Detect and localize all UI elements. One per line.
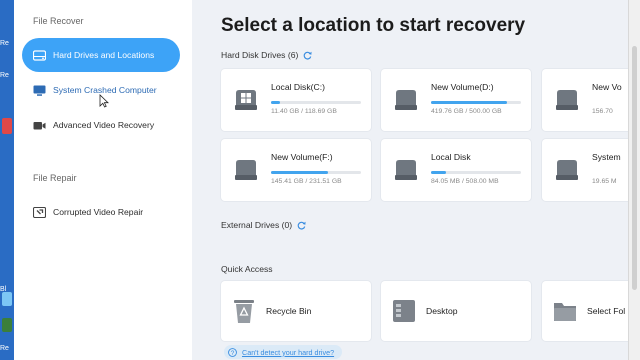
sidebar-item-hard-drives[interactable]: Hard Drives and Locations — [22, 38, 180, 72]
scrollbar-thumb[interactable] — [632, 46, 637, 290]
quick-access-label: Quick Access — [221, 264, 273, 274]
sidebar-item-label: Corrupted Video Repair — [53, 207, 144, 217]
desktop-icon — [393, 300, 415, 322]
external-drives-label: External Drives (0) — [221, 220, 293, 230]
vertical-scrollbar[interactable] — [628, 0, 640, 360]
drive-card[interactable]: Local Disk 84.05 MB / 508.00 MB — [381, 139, 531, 201]
hard-drive-icon — [33, 49, 46, 61]
hard-drive-icon — [556, 90, 578, 110]
refresh-icon[interactable] — [297, 221, 306, 230]
drive-name: New Volume(F:) — [271, 152, 333, 162]
drive-usage-fill — [271, 101, 280, 104]
quick-access-select-folder[interactable]: Select Fol — [542, 281, 628, 341]
sidebar-item-label: Hard Drives and Locations — [53, 50, 155, 60]
desktop-icon-label: Re — [0, 72, 9, 79]
main-panel: Select a location to start recovery Hard… — [192, 0, 628, 360]
sidebar: File Recover Hard Drives and Locations S… — [14, 0, 192, 360]
cant-detect-drive-link[interactable]: ? Can't detect your hard drive? — [224, 345, 343, 359]
recycle-bin-icon — [234, 300, 254, 323]
drive-size: 145.41 GB / 231.51 GB — [271, 178, 342, 185]
refresh-icon[interactable] — [303, 51, 312, 60]
drive-card[interactable]: New Volume(F:) 145.41 GB / 231.51 GB — [221, 139, 371, 201]
drive-name: New Volume(D:) — [431, 82, 494, 92]
desktop-app-icon[interactable] — [2, 318, 12, 332]
desktop-app-icon[interactable] — [2, 118, 12, 134]
drive-name: Local Disk(C:) — [271, 82, 325, 92]
monitor-icon — [33, 85, 46, 96]
quick-access-label: Select Fol — [587, 306, 626, 316]
drive-size: 156.70 — [592, 108, 613, 115]
hard-drive-icon — [395, 90, 417, 110]
hard-drive-icon — [235, 160, 257, 180]
sidebar-item-label: Advanced Video Recovery — [53, 120, 155, 130]
help-link-label: Can't detect your hard drive? — [242, 347, 335, 357]
hard-disk-drives-label: Hard Disk Drives (6) — [221, 50, 299, 60]
drive-usage-bar — [431, 101, 521, 104]
mouse-cursor-icon — [99, 94, 109, 108]
quick-access-desktop[interactable]: Desktop — [381, 281, 531, 341]
page-title: Select a location to start recovery — [221, 15, 526, 36]
drive-size: 84.05 MB / 508.00 MB — [431, 178, 499, 185]
desktop-icon-label: Re — [0, 40, 9, 47]
drive-card[interactable]: Local Disk(C:) 11.40 GB / 118.69 GB — [221, 69, 371, 131]
desktop-strip: Re Re Bl Re — [0, 0, 14, 360]
external-drives-header: External Drives (0) — [221, 220, 306, 230]
quick-access-recycle-bin[interactable]: Recycle Bin — [221, 281, 371, 341]
video-camera-icon — [33, 121, 46, 129]
section-label-file-recover: File Recover — [33, 16, 84, 26]
drive-card[interactable]: System 19.65 M — [542, 139, 628, 201]
drive-name: New Vo — [592, 82, 622, 92]
drive-usage-fill — [271, 171, 328, 174]
drive-usage-fill — [431, 101, 507, 104]
help-icon: ? — [228, 347, 237, 357]
drive-size: 419.76 GB / 500.00 GB — [431, 108, 502, 115]
drive-card[interactable]: New Volume(D:) 419.76 GB / 500.00 GB — [381, 69, 531, 131]
svg-text:?: ? — [231, 349, 235, 356]
drive-size: 11.40 GB / 118.69 GB — [271, 108, 337, 115]
sidebar-item-advanced-video[interactable]: Advanced Video Recovery — [22, 108, 180, 142]
drive-usage-bar — [271, 101, 361, 104]
quick-access-label: Desktop — [426, 306, 458, 316]
drive-card[interactable]: New Vo 156.70 — [542, 69, 628, 131]
drive-usage-bar — [431, 171, 521, 174]
drive-usage-fill — [431, 171, 447, 174]
sidebar-item-corrupted-video-repair[interactable]: Corrupted Video Repair — [22, 195, 180, 229]
desktop-icon-label: Re — [0, 345, 9, 352]
windows-drive-icon — [235, 90, 257, 110]
drive-usage-bar — [271, 171, 361, 174]
hard-drive-icon — [556, 160, 578, 180]
folder-icon — [554, 303, 576, 321]
video-repair-icon — [33, 206, 46, 218]
drive-size: 19.65 M — [592, 178, 617, 185]
drive-name: System — [592, 152, 621, 162]
section-label-file-repair: File Repair — [33, 173, 77, 183]
hard-disk-drives-header: Hard Disk Drives (6) — [221, 50, 312, 60]
drive-name: Local Disk — [431, 152, 471, 162]
hard-drive-icon — [395, 160, 417, 180]
quick-access-label: Recycle Bin — [266, 306, 312, 316]
desktop-app-icon[interactable] — [2, 292, 12, 306]
